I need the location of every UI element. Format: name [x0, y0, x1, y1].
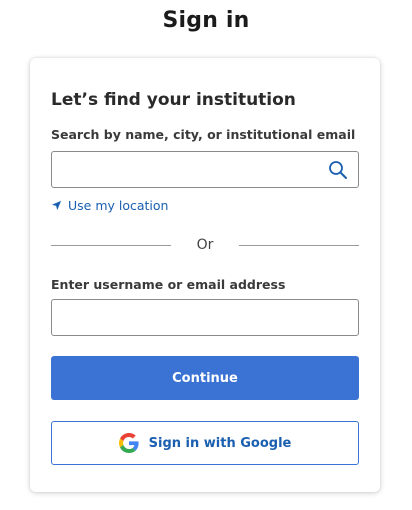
institution-heading: Let’s find your institution	[51, 90, 296, 110]
page-title: Sign in	[162, 8, 250, 33]
divider-line-right	[239, 245, 359, 246]
or-divider: Or	[51, 237, 359, 257]
google-button-label: Sign in with Google	[148, 435, 292, 451]
search-label: Search by name, city, or institutional e…	[51, 127, 356, 142]
username-input[interactable]	[52, 300, 332, 335]
institution-search-input[interactable]	[52, 152, 332, 187]
google-logo-icon	[118, 433, 139, 453]
institution-search-field[interactable]	[51, 151, 359, 188]
username-field[interactable]	[51, 299, 359, 336]
location-arrow-icon	[51, 200, 62, 211]
continue-button[interactable]: Continue	[51, 356, 359, 400]
username-label: Enter username or email address	[51, 277, 286, 292]
use-my-location-link[interactable]: Use my location	[51, 198, 168, 213]
search-icon[interactable]	[328, 160, 348, 180]
sign-in-with-google-button[interactable]: Sign in with Google	[51, 421, 359, 465]
use-my-location-label: Use my location	[68, 198, 169, 213]
